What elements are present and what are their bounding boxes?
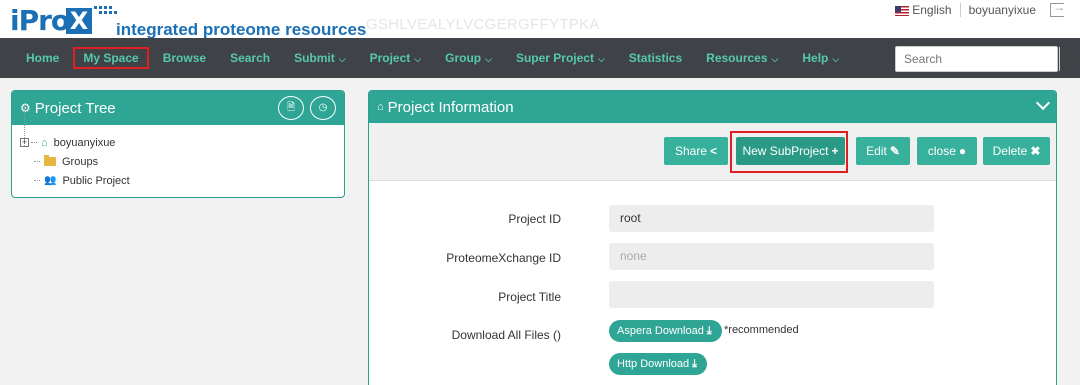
nav-group[interactable]: Group ⌵: [433, 38, 504, 78]
tree-node-root[interactable]: + ⌂ boyuanyixue: [20, 133, 344, 152]
folder-icon: [44, 155, 56, 166]
project-title-label: Project Title: [498, 290, 561, 304]
edit-button[interactable]: Edit ✎: [856, 137, 910, 165]
home-icon: ⌂: [41, 136, 48, 149]
language-switch[interactable]: English: [895, 3, 952, 17]
chevron-down-icon: ⌵: [338, 54, 346, 64]
logout-icon[interactable]: [1050, 0, 1065, 17]
divider: [959, 3, 961, 17]
close-button[interactable]: close ●: [917, 137, 977, 165]
project-info-panel: ⌂ Project Information Share < New SubProj…: [368, 90, 1057, 385]
project-tree-header: ⚙ Project Tree 🗎 ◷: [12, 91, 344, 125]
project-info-header: ⌂ Project Information: [369, 91, 1056, 123]
tree-node-groups[interactable]: Groups: [20, 152, 344, 171]
nav-home[interactable]: Home: [14, 38, 71, 78]
nav-search[interactable]: Search: [218, 38, 282, 78]
delete-button[interactable]: Delete ✖: [983, 137, 1050, 165]
project-toolbar: Share < New SubProject + Edit ✎ close ● Dele…: [369, 123, 1056, 181]
chevron-down-icon: ⌵: [832, 54, 840, 64]
chevron-down-icon: ⌵: [597, 54, 605, 64]
project-tree: + ⌂ boyuanyixue Groups 👥 Public Project: [12, 108, 344, 190]
expand-icon[interactable]: +: [20, 138, 29, 147]
project-tree-panel: ⚙ Project Tree 🗎 ◷ + ⌂ boyuanyixue Group…: [11, 90, 345, 198]
clock-icon[interactable]: ◷: [310, 96, 336, 120]
nav-browse[interactable]: Browse: [151, 38, 218, 78]
gears-icon: ⚙: [20, 101, 31, 115]
project-id-field[interactable]: root: [609, 205, 934, 232]
nav-statistics[interactable]: Statistics: [617, 38, 694, 78]
download-all-label: Download All Files (): [451, 328, 561, 342]
tree-node-public-project[interactable]: 👥 Public Project: [20, 171, 344, 190]
chevron-down-icon: ⌵: [414, 54, 422, 64]
times-icon: ✖: [1030, 144, 1041, 158]
project-title-field[interactable]: [609, 281, 934, 308]
language-label: English: [912, 3, 952, 17]
share-icon: <: [710, 144, 718, 158]
home-icon: ⌂: [377, 101, 384, 113]
nav-my-space[interactable]: My Space: [71, 38, 150, 78]
sequence-watermark: GSHLVEALYLVCGERGFFYTPKA: [366, 16, 600, 33]
document-icon[interactable]: 🗎: [278, 96, 304, 120]
logo-ipro-text: iPro: [10, 4, 70, 37]
nav-super-project[interactable]: Super Project ⌵: [504, 38, 617, 78]
nav-help[interactable]: Help ⌵: [790, 38, 851, 78]
logo-tagline: integrated proteome resources: [116, 20, 367, 39]
project-id-label: Project ID: [508, 212, 561, 226]
tree-connector: [31, 142, 37, 143]
nav-resources[interactable]: Resources ⌵: [694, 38, 790, 78]
nav-project[interactable]: Project ⌵: [358, 38, 434, 78]
chevron-down-icon: ⌵: [771, 54, 779, 64]
chevron-down-icon[interactable]: [1035, 95, 1051, 111]
search-icon[interactable]: [1059, 47, 1078, 71]
download-icon: ⤓: [706, 325, 712, 337]
tree-node-label: Public Project: [62, 174, 130, 187]
tree-node-label: boyuanyixue: [53, 136, 116, 149]
aspera-download-button[interactable]: Aspera Download ⤓: [609, 320, 722, 342]
username-link[interactable]: boyuanyixue: [969, 3, 1036, 17]
logo-x-mark: X: [66, 8, 92, 34]
top-header: iPro X integrated proteome resources GSH…: [0, 0, 1080, 39]
circle-icon: ●: [958, 144, 967, 158]
project-tree-title: Project Tree: [34, 99, 116, 117]
users-icon: 👥: [44, 175, 57, 186]
tree-connector: [34, 180, 40, 181]
highlight-box: [730, 131, 848, 173]
share-button[interactable]: Share <: [664, 137, 728, 165]
main-nav: Home My Space Browse Search Submit ⌵ Proj…: [0, 38, 1080, 78]
download-icon: ⤓: [692, 358, 698, 370]
http-download-button[interactable]: Http Download ⤓: [609, 353, 708, 375]
tree-node-label: Groups: [62, 155, 99, 168]
us-flag-icon: [895, 5, 910, 16]
chevron-down-icon: ⌵: [485, 54, 492, 64]
nav-submit[interactable]: Submit ⌵: [282, 38, 358, 78]
project-info-title: Project Information: [387, 98, 514, 116]
search-box: [895, 46, 1078, 72]
px-id-label: ProteomeXchange ID: [446, 251, 561, 265]
search-input[interactable]: [896, 47, 1059, 71]
tree-connector: [34, 161, 40, 162]
recommended-note: *recommended: [724, 324, 799, 336]
logo-dots-icon: [94, 6, 118, 16]
edit-icon: ✎: [889, 144, 900, 158]
user-bar: English boyuanyixue: [895, 0, 1065, 17]
px-id-field[interactable]: none: [609, 243, 934, 270]
